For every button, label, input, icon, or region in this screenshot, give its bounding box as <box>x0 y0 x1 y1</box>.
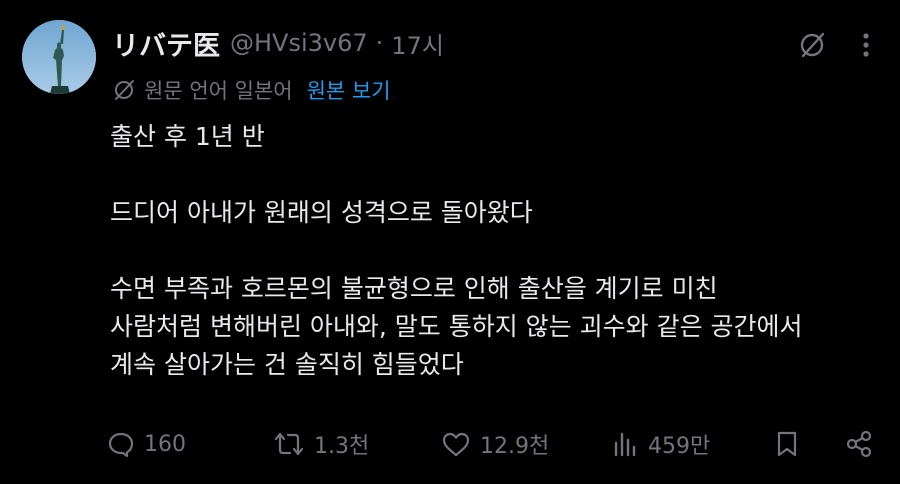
translate-icon <box>115 80 134 100</box>
bookmark-button[interactable] <box>774 424 800 464</box>
like-count: 12.9천 <box>480 434 550 459</box>
reply-count: 160 <box>144 431 186 457</box>
header-separator: · <box>375 29 384 57</box>
action-bar: 160 1.3천 12.9천 459만 <box>106 424 876 464</box>
author-display-name[interactable]: リバテ医 <box>112 24 220 63</box>
vertical-dots-icon <box>863 33 869 57</box>
post-line: 드디어 아내가 원래의 성격으로 돌아왔다 <box>110 198 533 227</box>
post-line: 수면 부족과 호르몬의 불균형으로 인해 출산을 계기로 미친 <box>110 274 718 303</box>
heart-icon <box>442 432 470 457</box>
post-line: 계속 살아가는 건 솔직히 힘들었다 <box>110 350 464 379</box>
share-button[interactable] <box>844 424 874 464</box>
share-icon <box>846 430 872 458</box>
grok-icon[interactable] <box>797 30 827 60</box>
view-count: 459만 <box>648 434 711 459</box>
post-timestamp[interactable]: 17시 <box>391 26 444 61</box>
translation-notice: 원문 언어 일본어 원본 보기 <box>112 74 391 106</box>
avatar[interactable] <box>22 20 96 94</box>
repost-count: 1.3천 <box>314 434 370 459</box>
repost-button[interactable]: 1.3천 <box>272 424 369 464</box>
post-line: 사람처럼 변해버린 아내와, 말도 통하지 않는 괴수와 같은 공간에서 <box>110 312 803 341</box>
post-line: 출산 후 1년 반 <box>110 122 265 151</box>
views-button[interactable]: 459만 <box>610 424 710 464</box>
post-text: 출산 후 1년 반 드디어 아내가 원래의 성격으로 돌아왔다 수면 부족과 호… <box>110 118 880 384</box>
analytics-icon <box>614 432 636 457</box>
repost-icon <box>274 432 304 456</box>
statue-of-liberty-image <box>22 20 96 94</box>
reply-icon <box>108 432 134 458</box>
more-options-icon[interactable] <box>851 30 881 60</box>
show-original-link[interactable]: 원본 보기 <box>307 75 391 105</box>
like-button[interactable]: 12.9천 <box>440 424 549 464</box>
bookmark-icon <box>777 431 797 457</box>
reply-button[interactable]: 160 <box>106 424 186 464</box>
post-header: リバテ医 @HVsi3v67 · 17시 <box>112 24 444 62</box>
translation-note: 원문 언어 일본어 <box>144 79 293 103</box>
author-handle[interactable]: @HVsi3v67 <box>230 29 368 57</box>
grok-slash-circle-icon <box>800 32 825 58</box>
